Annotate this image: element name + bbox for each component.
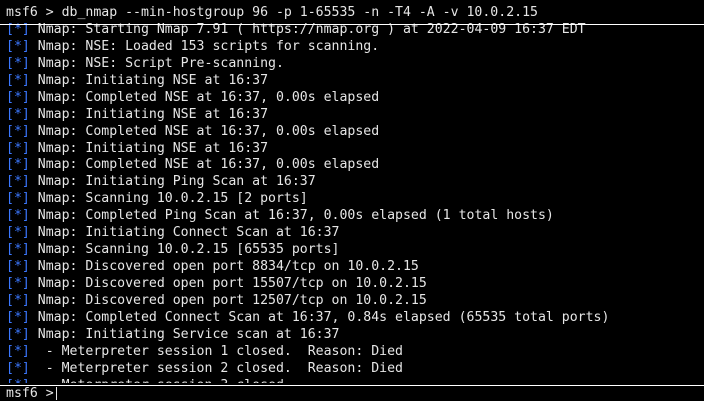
log-message: Nmap: Initiating NSE at 16:37 (29, 72, 269, 88)
status-prefix: [*] (6, 208, 30, 224)
log-message: Nmap: Discovered open port 12507/tcp on … (29, 292, 427, 308)
log-line: [*] Nmap: Initiating Connect Scan at 16:… (6, 225, 702, 242)
log-line: [*] Nmap: Completed NSE at 16:37, 0.00s … (6, 124, 702, 141)
log-line: [*] Nmap: Scanning 10.0.2.15 [65535 port… (6, 242, 702, 259)
log-message: Nmap: Initiating Connect Scan at 16:37 (29, 225, 340, 241)
log-message: Nmap: NSE: Script Pre-scanning. (29, 55, 284, 71)
status-prefix: [*] (6, 242, 30, 258)
output-log: [*] Nmap: Starting Nmap 7.91 ( https://n… (6, 22, 702, 383)
log-line: [*] - Meterpreter session 2 closed. Reas… (6, 361, 702, 378)
log-line: [*] Nmap: Completed NSE at 16:37, 0.00s … (6, 90, 702, 107)
log-message: Nmap: Completed Ping Scan at 16:37, 0.00… (29, 208, 554, 224)
status-prefix: [*] (6, 360, 30, 376)
log-message: Nmap: Completed NSE at 16:37, 0.00s elap… (29, 123, 380, 139)
log-message: Nmap: NSE: Loaded 153 scripts for scanni… (29, 38, 380, 54)
status-prefix: [*] (6, 309, 30, 325)
log-message: - Meterpreter session 1 closed. Reason: … (29, 343, 403, 359)
log-line: [*] - Meterpreter session 3 closed. (6, 378, 702, 383)
status-prefix: [*] (6, 225, 30, 241)
log-message: Nmap: Initiating Service scan at 16:37 (29, 326, 340, 342)
status-prefix: [*] (6, 326, 30, 342)
log-message: Nmap: Completed Connect Scan at 16:37, 0… (29, 309, 610, 325)
log-line: [*] Nmap: Discovered open port 8834/tcp … (6, 259, 702, 276)
status-prefix: [*] (6, 38, 30, 54)
status-prefix: [*] (6, 55, 30, 71)
status-prefix: [*] (6, 157, 30, 173)
log-message: Nmap: Completed NSE at 16:37, 0.00s elap… (29, 89, 380, 105)
log-line: [*] Nmap: Initiating Ping Scan at 16:37 (6, 174, 702, 191)
status-prefix: [*] (6, 378, 30, 383)
log-message: Nmap: Discovered open port 15507/tcp on … (29, 276, 427, 291)
text-cursor (55, 386, 57, 400)
log-message: Nmap: Discovered open port 8834/tcp on 1… (29, 259, 419, 275)
log-message: Nmap: Initiating Ping Scan at 16:37 (29, 174, 316, 190)
terminal-window[interactable]: msf6 > db_nmap --min-hostgroup 96 -p 1-6… (0, 0, 706, 401)
log-line: [*] - Meterpreter session 1 closed. Reas… (6, 344, 702, 361)
divider-bottom (0, 385, 706, 386)
log-line: [*] Nmap: Completed Ping Scan at 16:37, … (6, 208, 702, 225)
log-line: [*] Nmap: NSE: Loaded 153 scripts for sc… (6, 39, 702, 56)
status-prefix: [*] (6, 276, 30, 291)
log-line: [*] Nmap: Initiating Service scan at 16:… (6, 327, 702, 344)
log-message: - Meterpreter session 3 closed. (30, 378, 292, 383)
status-prefix: [*] (6, 191, 30, 207)
status-prefix: [*] (6, 106, 30, 122)
command-line: msf6 > db_nmap --min-hostgroup 96 -p 1-6… (6, 5, 538, 20)
log-message: Nmap: Scanning 10.0.2.15 [2 ports] (29, 191, 308, 207)
status-prefix: [*] (6, 140, 30, 156)
status-prefix: [*] (6, 72, 30, 88)
log-line: [*] Nmap: Discovered open port 15507/tcp… (6, 276, 702, 293)
log-message: Nmap: Scanning 10.0.2.15 [65535 ports] (29, 242, 340, 258)
terminal-output: msf6 > db_nmap --min-hostgroup 96 -p 1-6… (6, 5, 702, 383)
log-message: Nmap: Initiating NSE at 16:37 (29, 140, 269, 156)
divider-top (0, 24, 706, 25)
log-message: - Meterpreter session 2 closed. Reason: … (29, 360, 403, 376)
prompt-label: msf6 > (6, 386, 54, 401)
status-prefix: [*] (6, 174, 30, 190)
log-line: [*] Nmap: Initiating NSE at 16:37 (6, 141, 702, 158)
status-prefix: [*] (6, 123, 30, 139)
status-prefix: [*] (6, 343, 30, 359)
log-line: [*] Nmap: Completed NSE at 16:37, 0.00s … (6, 157, 702, 174)
input-prompt[interactable]: msf6 > (6, 386, 57, 401)
status-prefix: [*] (6, 259, 30, 275)
log-message: Nmap: Initiating NSE at 16:37 (29, 106, 269, 122)
log-line: [*] Nmap: Discovered open port 12507/tcp… (6, 293, 702, 310)
status-prefix: [*] (6, 292, 30, 308)
log-line: [*] Nmap: Initiating NSE at 16:37 (6, 107, 702, 124)
log-line: [*] Nmap: NSE: Script Pre-scanning. (6, 56, 702, 73)
log-message: Nmap: Completed NSE at 16:37, 0.00s elap… (29, 157, 380, 173)
status-prefix: [*] (6, 89, 30, 105)
log-line: [*] Nmap: Scanning 10.0.2.15 [2 ports] (6, 191, 702, 208)
log-line: [*] Nmap: Completed Connect Scan at 16:3… (6, 310, 702, 327)
log-line: [*] Nmap: Initiating NSE at 16:37 (6, 73, 702, 90)
